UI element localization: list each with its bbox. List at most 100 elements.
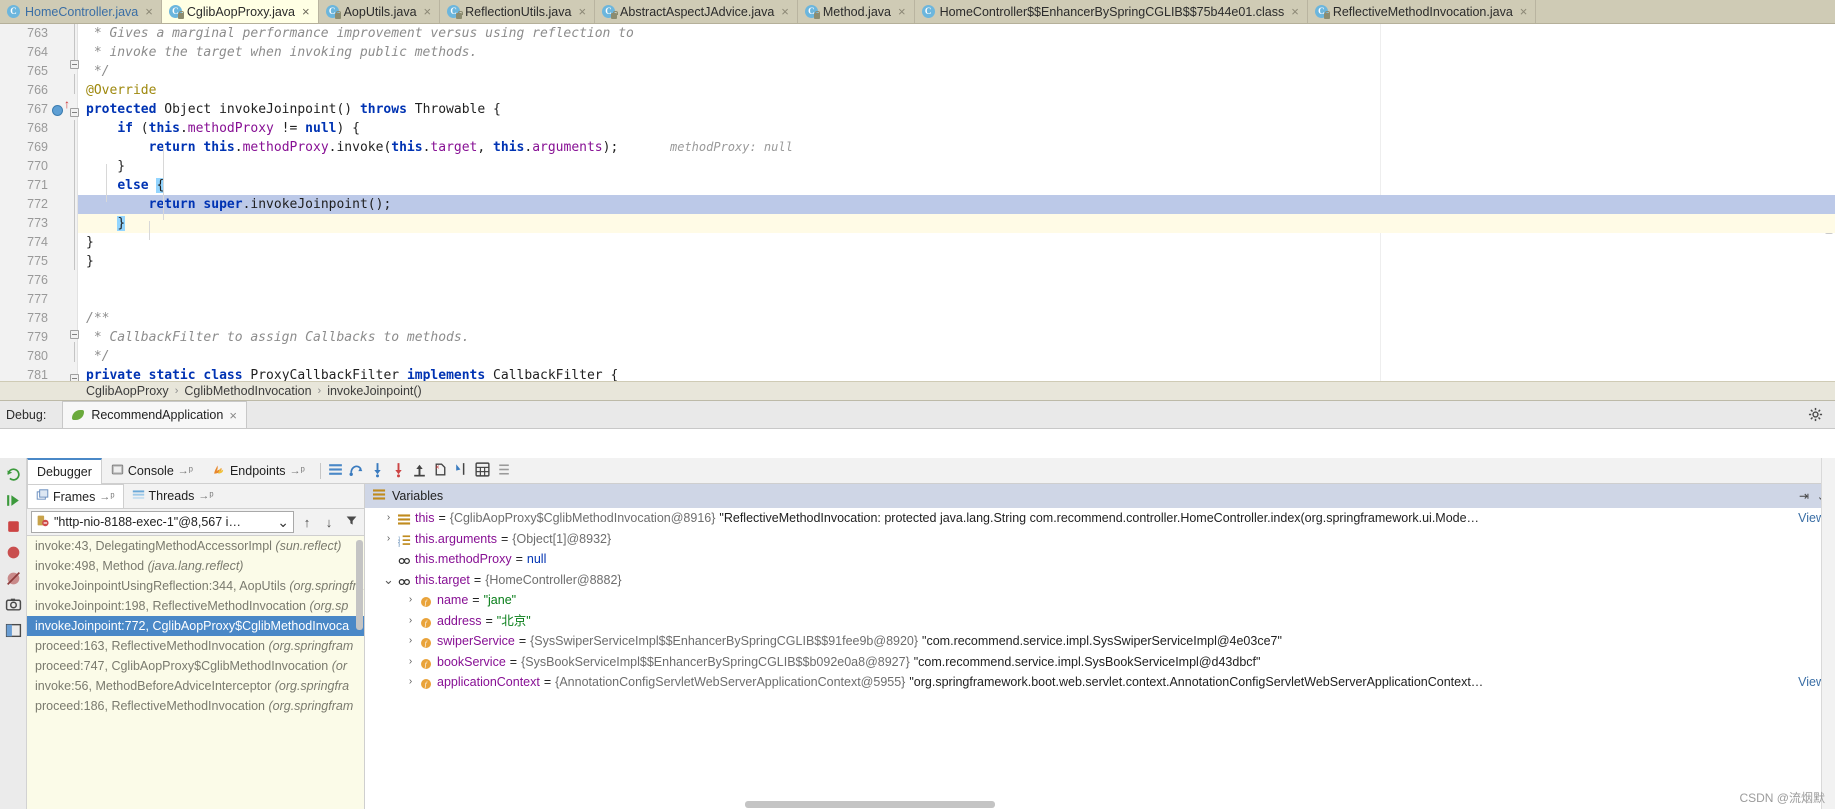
- code-editor[interactable]: ↑ 763 * Gives a marginal performance imp…: [0, 24, 1835, 381]
- close-icon[interactable]: ×: [422, 5, 432, 18]
- code-line[interactable]: 774}: [0, 233, 1835, 252]
- stack-frame-item[interactable]: proceed:186, ReflectiveMethodInvocation …: [27, 696, 364, 716]
- pin-tab-icon[interactable]: →ᵖ: [290, 465, 305, 477]
- chevron-right-icon[interactable]: ›: [383, 508, 394, 529]
- chevron-down-icon[interactable]: ⌄: [277, 514, 289, 531]
- close-icon[interactable]: ×: [576, 5, 586, 18]
- editor-tab-0[interactable]: C HomeController.java ×: [0, 0, 162, 23]
- breadcrumb-item-0[interactable]: CglibAopProxy: [86, 384, 169, 398]
- code-line[interactable]: 778 /**: [0, 309, 1835, 328]
- editor-tab-5[interactable]: C Method.java ×: [798, 0, 915, 23]
- chevron-right-icon[interactable]: ›: [383, 529, 394, 550]
- editor-lines[interactable]: 763 * Gives a marginal performance impro…: [0, 24, 1835, 381]
- editor-tab-6[interactable]: C HomeController$$EnhancerBySpringCGLIB$$…: [915, 0, 1308, 23]
- step-into-icon[interactable]: [369, 461, 388, 480]
- variable-row[interactable]: › 1 2 3 this.arguments = {Object[1]@8932}: [365, 529, 1835, 550]
- stack-frame-item[interactable]: invoke:498, Method (java.lang.reflect): [27, 556, 364, 576]
- frames-scrollbar-thumb[interactable]: [356, 540, 363, 630]
- view-breakpoints-icon[interactable]: [5, 544, 22, 561]
- filter-frames-button[interactable]: [342, 514, 360, 530]
- stack-frame-item[interactable]: invokeJoinpoint:198, ReflectiveMethodInv…: [27, 596, 364, 616]
- variable-row[interactable]: › f swiperService = {SysSwiperServiceImpl$$E…: [365, 631, 1835, 652]
- step-out-icon[interactable]: [411, 461, 430, 480]
- close-icon[interactable]: ×: [779, 5, 789, 18]
- chevron-down-icon[interactable]: ⌄: [383, 570, 394, 591]
- call-stack-frames[interactable]: invoke:43, DelegatingMethodAccessorImpl …: [27, 536, 364, 809]
- variables-tree[interactable]: › this = {CglibAopProxy$CglibMethodInvocati…: [365, 508, 1835, 809]
- code-line[interactable]: 766 @Override: [0, 81, 1835, 100]
- code-line[interactable]: 768 if (this.methodProxy != null) {: [0, 119, 1835, 138]
- frames-panel-tabs[interactable]: Frames →ᵖ Threads →ᵖ: [27, 484, 364, 509]
- editor-tab-7[interactable]: C ReflectiveMethodInvocation.java ×: [1308, 0, 1537, 23]
- pin-tab-icon[interactable]: →ᵖ: [178, 465, 193, 477]
- chevron-right-icon[interactable]: ›: [405, 631, 416, 652]
- code-line[interactable]: 777: [0, 290, 1835, 309]
- variable-row[interactable]: › this = {CglibAopProxy$CglibMethodInvocati…: [365, 508, 1835, 529]
- close-icon[interactable]: ×: [1289, 5, 1299, 18]
- tab-console[interactable]: Console →ᵖ: [102, 458, 203, 483]
- chevron-right-icon[interactable]: ›: [405, 611, 416, 632]
- code-line[interactable]: 779 * CallbackFilter to assign Callbacks…: [0, 328, 1835, 347]
- frames-tab-frames[interactable]: Frames →ᵖ: [27, 484, 124, 508]
- editor-tab-bar[interactable]: C HomeController.java × C CglibAopProxy.java…: [0, 0, 1835, 24]
- pin-tab-icon[interactable]: →ᵖ: [198, 490, 213, 502]
- debug-actions-rail[interactable]: [0, 458, 27, 809]
- gear-icon[interactable]: [1808, 407, 1823, 422]
- code-line[interactable]: 772 return super.invokeJoinpoint();: [0, 195, 1835, 214]
- screenshot-icon[interactable]: [5, 596, 22, 613]
- close-icon[interactable]: ×: [1518, 5, 1528, 18]
- debug-session-tab[interactable]: RecommendApplication ×: [62, 401, 247, 428]
- code-line[interactable]: 780 */: [0, 347, 1835, 366]
- resume-program-icon[interactable]: [5, 492, 22, 509]
- move-frame-up-button[interactable]: ↑: [298, 515, 316, 530]
- code-line[interactable]: 769 return this.methodProxy.invoke(this.…: [0, 138, 1835, 157]
- force-step-into-icon[interactable]: [390, 461, 409, 480]
- stack-frame-item[interactable]: proceed:747, CglibAopProxy$CglibMethodIn…: [27, 656, 364, 676]
- code-line[interactable]: 771 else {: [0, 176, 1835, 195]
- close-icon[interactable]: ×: [896, 5, 906, 18]
- stack-frame-item[interactable]: invoke:56, MethodBeforeAdviceInterceptor…: [27, 676, 364, 696]
- stop-icon[interactable]: [5, 518, 22, 535]
- tab-endpoints[interactable]: Endpoints →ᵖ: [203, 458, 315, 483]
- move-frame-down-button[interactable]: ↓: [320, 515, 338, 530]
- debug-sub-tabs[interactable]: Debugger Console →ᵖ Endpoints →ᵖ ×: [27, 458, 1835, 484]
- variable-row[interactable]: › f applicationContext = {AnnotationConfigSe…: [365, 672, 1835, 693]
- editor-tab-3[interactable]: C ReflectionUtils.java ×: [440, 0, 596, 23]
- close-icon[interactable]: ×: [143, 5, 153, 18]
- mute-breakpoints-icon[interactable]: [495, 461, 514, 480]
- variable-row[interactable]: › f bookService = {SysBookServiceImpl$$Enhan…: [365, 652, 1835, 673]
- code-line[interactable]: 773 }: [0, 214, 1835, 233]
- debug-tool-window[interactable]: Debugger Console →ᵖ Endpoints →ᵖ × Frames →ᵖ Th…: [0, 458, 1835, 809]
- drop-frame-icon[interactable]: ×: [432, 461, 451, 480]
- run-to-cursor-icon[interactable]: [453, 461, 472, 480]
- variables-panel[interactable]: Variables ⇥ ⌄ ›this={CglibAopProxy$Cglib…: [365, 484, 1835, 809]
- breadcrumb-item-1[interactable]: CglibMethodInvocation: [184, 384, 311, 398]
- variable-row[interactable]: this.methodProxy = null: [365, 549, 1835, 570]
- stack-frame-item[interactable]: invokeJoinpoint:772, CglibAopProxy$Cglib…: [27, 616, 364, 636]
- editor-tab-2[interactable]: C AopUtils.java ×: [319, 0, 441, 23]
- close-icon[interactable]: ×: [300, 5, 310, 18]
- expand-panel-icon[interactable]: ⇥: [1799, 489, 1809, 503]
- breadcrumb-item-2[interactable]: invokeJoinpoint(): [327, 384, 422, 398]
- stack-frame-item[interactable]: proceed:163, ReflectiveMethodInvocation …: [27, 636, 364, 656]
- close-icon[interactable]: ×: [229, 408, 237, 423]
- mute-breakpoints-rail-icon[interactable]: [5, 570, 22, 587]
- chevron-right-icon[interactable]: ›: [405, 672, 416, 693]
- rerun-icon[interactable]: [5, 466, 22, 483]
- breadcrumb[interactable]: CglibAopProxy › CglibMethodInvocation › invo…: [0, 381, 1835, 401]
- pin-tab-icon[interactable]: →ᵖ: [99, 491, 114, 503]
- tab-debugger[interactable]: Debugger: [27, 458, 102, 484]
- code-line[interactable]: 775}: [0, 252, 1835, 271]
- layout-settings-icon[interactable]: [327, 461, 346, 480]
- step-over-icon[interactable]: [348, 461, 367, 480]
- code-line[interactable]: 764 * invoke the target when invoking pu…: [0, 43, 1835, 62]
- evaluate-expression-icon[interactable]: [474, 461, 493, 480]
- editor-tab-4[interactable]: C AbstractAspectJAdvice.java ×: [595, 0, 798, 23]
- thread-select[interactable]: "http-nio-8188-exec-1"@8,567 i… ⌄: [31, 511, 294, 533]
- variables-horizontal-scrollbar[interactable]: [745, 801, 995, 808]
- code-line[interactable]: 763 * Gives a marginal performance impro…: [0, 24, 1835, 43]
- stack-frame-item[interactable]: invokeJoinpointUsingReflection:344, AopU…: [27, 576, 364, 596]
- layout-icon[interactable]: [5, 622, 22, 639]
- chevron-right-icon[interactable]: ›: [405, 590, 416, 611]
- frames-tab-threads[interactable]: Threads →ᵖ: [124, 484, 222, 508]
